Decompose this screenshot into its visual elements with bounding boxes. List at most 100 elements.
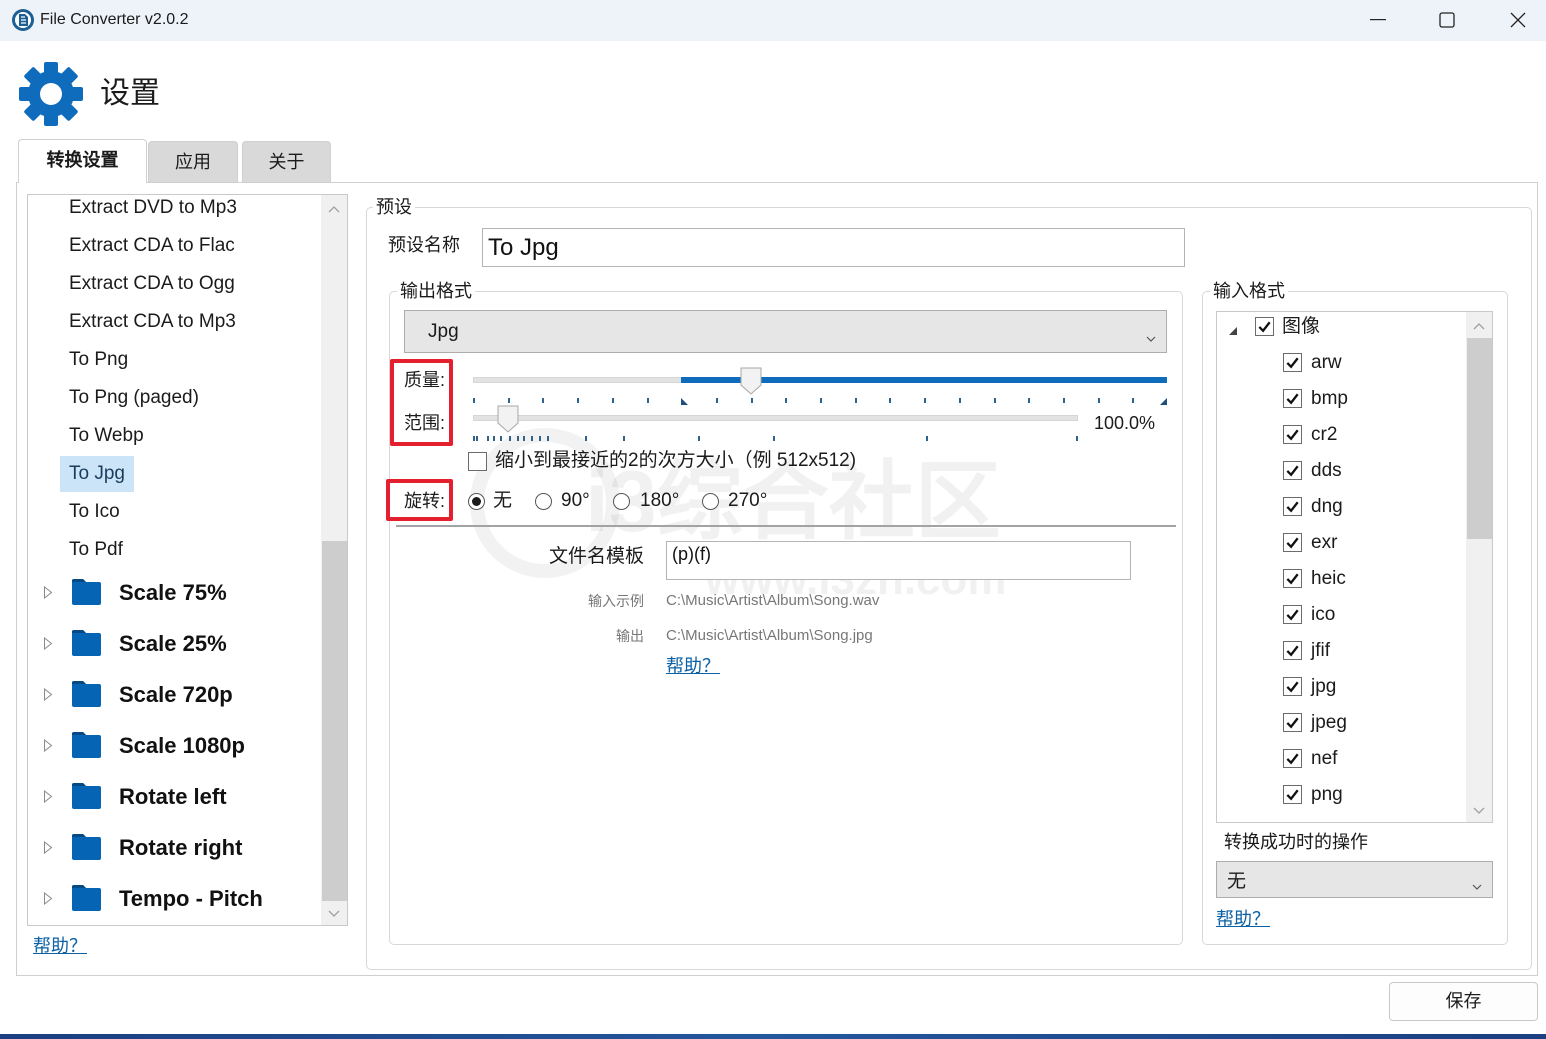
format-checkbox[interactable] [1283, 569, 1302, 588]
rotation-90-label[interactable]: 90° [561, 489, 590, 513]
format-item[interactable]: jpeg [1217, 705, 1467, 741]
format-checkbox[interactable] [1283, 749, 1302, 768]
scale-tick [493, 436, 495, 441]
scale-slider-thumb[interactable] [497, 405, 519, 438]
folder-icon [70, 884, 103, 918]
preset-folder[interactable]: Rotate left [28, 771, 322, 822]
preset-item[interactable]: Extract CDA to Mp3 [28, 303, 322, 341]
filename-help-link[interactable]: 帮助？ [666, 652, 720, 678]
power-of-two-checkbox[interactable] [468, 452, 487, 471]
tab-conversion-settings[interactable]: 转换设置 [18, 139, 147, 183]
tab-application[interactable]: 应用 [148, 141, 238, 182]
scrollbar-thumb[interactable] [1467, 338, 1492, 539]
format-item[interactable]: jpg [1217, 669, 1467, 705]
preset-folder[interactable]: Scale 25% [28, 618, 322, 669]
expand-arrow-icon[interactable] [43, 585, 53, 604]
scale-tick [623, 436, 625, 441]
format-item[interactable]: heic [1217, 561, 1467, 597]
format-checkbox[interactable] [1283, 389, 1302, 408]
format-checkbox[interactable] [1283, 353, 1302, 372]
preset-list-help-link[interactable]: 帮助？ [33, 932, 87, 958]
format-item[interactable]: dds [1217, 453, 1467, 489]
rotation-270-label[interactable]: 270° [728, 489, 767, 513]
quality-slider[interactable] [473, 366, 1167, 406]
preset-item[interactable]: To Png (paged) [28, 379, 322, 417]
format-checkbox[interactable] [1283, 785, 1302, 804]
format-label: png [1311, 784, 1343, 805]
scale-tick [476, 436, 478, 441]
output-example-value: C:\Music\Artist\Album\Song.jpg [666, 627, 873, 644]
scale-label: 范围: [404, 413, 446, 433]
scale-tick [585, 436, 587, 441]
format-checkbox[interactable] [1283, 533, 1302, 552]
format-checkbox[interactable] [1283, 605, 1302, 624]
preset-folder[interactable]: Scale 75% [28, 567, 322, 618]
rotation-90-radio[interactable] [535, 493, 552, 510]
output-format-dropdown[interactable]: Jpg [404, 310, 1167, 353]
scroll-up-arrow-icon[interactable] [1466, 318, 1492, 334]
format-checkbox[interactable] [1283, 641, 1302, 660]
preset-item-selected[interactable]: To Jpg [28, 455, 322, 493]
expand-arrow-icon[interactable] [43, 789, 53, 808]
format-item[interactable]: ico [1217, 597, 1467, 633]
preset-item[interactable]: To Png [28, 341, 322, 379]
format-item[interactable]: dng [1217, 489, 1467, 525]
preset-item[interactable]: To Webp [28, 417, 322, 455]
expand-arrow-icon[interactable] [43, 687, 53, 706]
format-checkbox[interactable] [1283, 497, 1302, 516]
input-formats-scrollbar[interactable] [1466, 312, 1492, 822]
preset-folder[interactable]: Scale 720p [28, 669, 322, 720]
format-checkbox[interactable] [1283, 713, 1302, 732]
format-item[interactable]: exr [1217, 525, 1467, 561]
preset-item[interactable]: Extract DVD to Mp3 [28, 195, 322, 227]
rotation-180-label[interactable]: 180° [640, 489, 679, 513]
selection-end-marker [1160, 398, 1167, 405]
preset-item[interactable]: Extract CDA to Ogg [28, 265, 322, 303]
scroll-down-arrow-icon[interactable] [321, 905, 347, 921]
minimize-button[interactable] [1355, 0, 1401, 40]
image-category-checkbox[interactable] [1255, 317, 1274, 336]
scroll-up-arrow-icon[interactable] [321, 201, 347, 217]
filename-template-input[interactable] [666, 541, 1131, 580]
scale-slider[interactable] [473, 404, 1078, 446]
collapse-arrow-icon[interactable] [1228, 323, 1238, 341]
expand-arrow-icon[interactable] [43, 840, 53, 859]
expand-arrow-icon[interactable] [43, 738, 53, 757]
scrollbar-thumb[interactable] [322, 541, 347, 901]
preset-folder[interactable]: Scale 1080p [28, 720, 322, 771]
checkmark-icon [1286, 393, 1299, 405]
expand-arrow-icon[interactable] [43, 636, 53, 655]
close-button[interactable] [1495, 0, 1541, 40]
preset-item[interactable]: To Pdf [28, 531, 322, 569]
scroll-down-arrow-icon[interactable] [1466, 802, 1492, 818]
format-item[interactable]: arw [1217, 345, 1467, 381]
rotation-none-label[interactable]: 无 [493, 489, 512, 513]
expand-arrow-icon[interactable] [43, 891, 53, 910]
format-checkbox[interactable] [1283, 461, 1302, 480]
tree-root-image[interactable]: 图像 [1217, 312, 1467, 345]
preset-list-scrollbar[interactable] [321, 195, 347, 925]
format-item[interactable]: png [1217, 777, 1467, 813]
on-success-dropdown[interactable]: 无 [1216, 861, 1493, 898]
title-bar [0, 0, 1546, 41]
rotation-180-radio[interactable] [613, 493, 630, 510]
preset-folder[interactable]: Tempo - Pitch [28, 873, 322, 924]
preset-name-input[interactable] [482, 228, 1185, 267]
rotation-none-radio[interactable] [468, 493, 485, 510]
rotation-270-radio[interactable] [702, 493, 719, 510]
format-label: arw [1311, 352, 1342, 373]
preset-item[interactable]: Extract CDA to Flac [28, 227, 322, 265]
maximize-button[interactable] [1424, 0, 1470, 40]
format-item[interactable]: cr2 [1217, 417, 1467, 453]
preset-item[interactable]: To Ico [28, 493, 322, 531]
on-success-help-link[interactable]: 帮助？ [1216, 905, 1270, 931]
quality-slider-thumb[interactable] [740, 367, 762, 400]
format-checkbox[interactable] [1283, 677, 1302, 696]
tab-about[interactable]: 关于 [242, 141, 331, 182]
format-item[interactable]: bmp [1217, 381, 1467, 417]
format-item[interactable]: jfif [1217, 633, 1467, 669]
save-button[interactable]: 保存 [1389, 982, 1538, 1021]
format-item[interactable]: nef [1217, 741, 1467, 777]
preset-folder[interactable]: Rotate right [28, 822, 322, 873]
format-checkbox[interactable] [1283, 425, 1302, 444]
